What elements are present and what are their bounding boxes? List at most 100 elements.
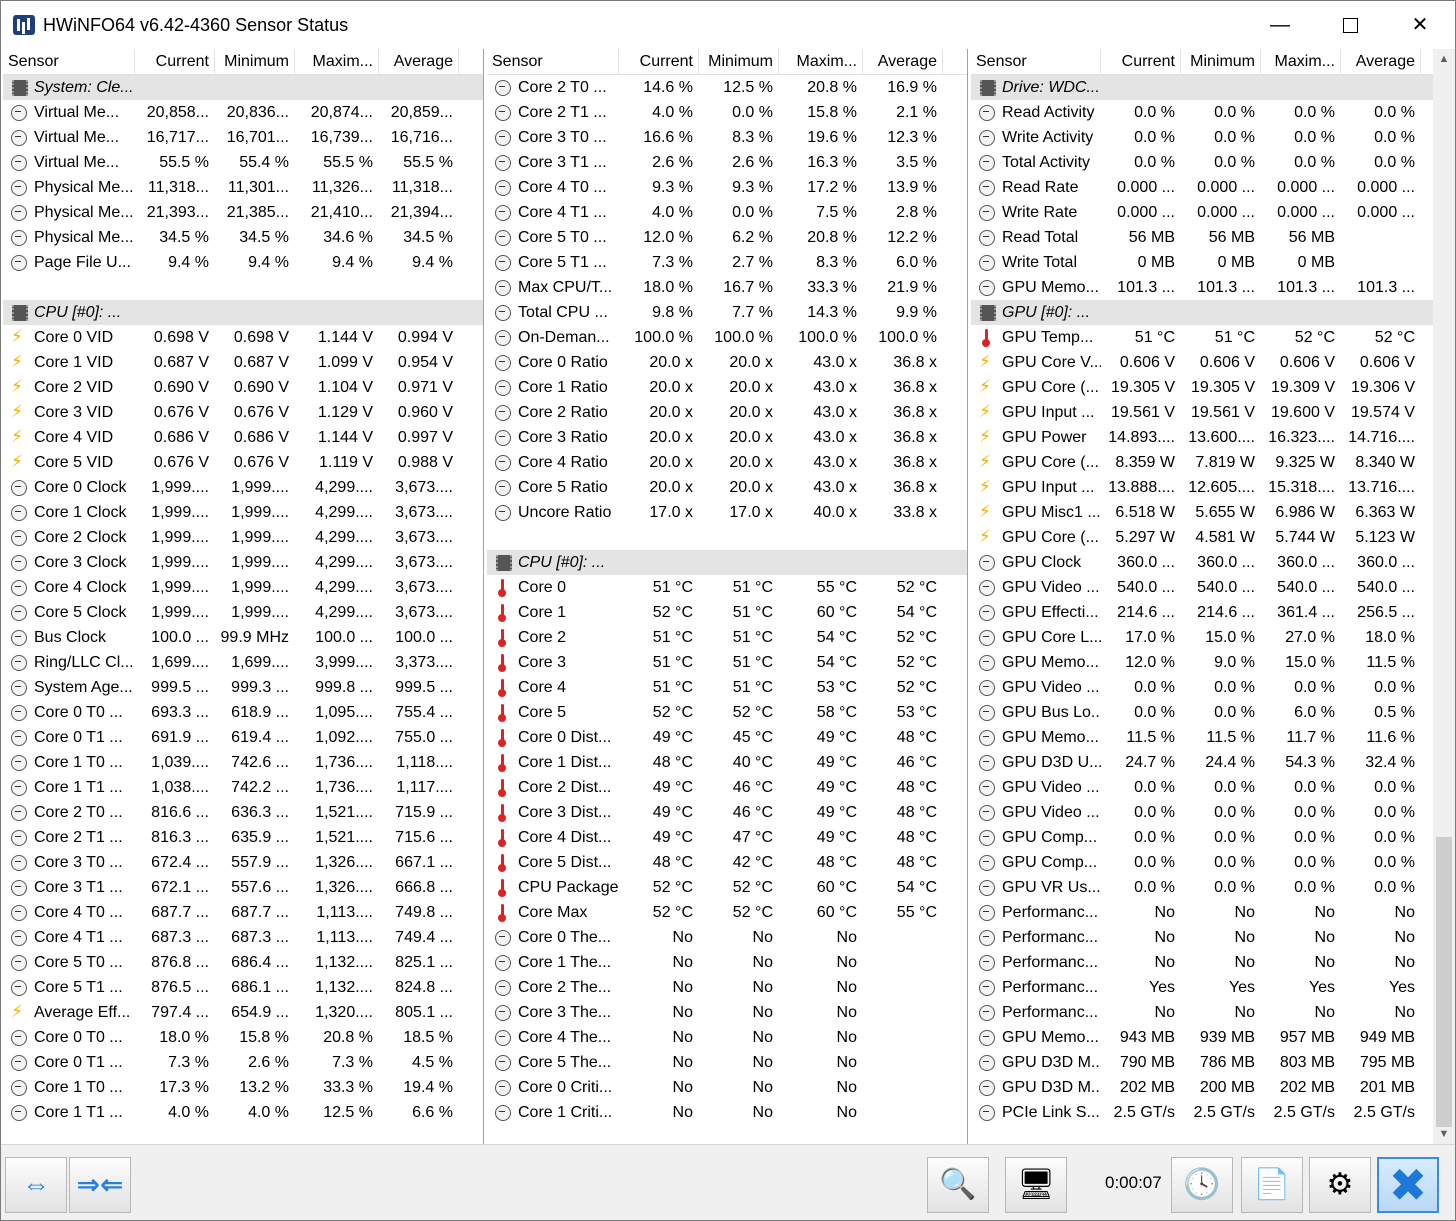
sensor-row[interactable]: Core 4 Dist... 49 °C 47 °C 49 °C 48 °C xyxy=(487,825,967,850)
sensor-row[interactable]: Core 3 Dist... 49 °C 46 °C 49 °C 48 °C xyxy=(487,800,967,825)
column-header-average[interactable]: Average xyxy=(1341,49,1421,74)
sensor-row[interactable]: Physical Me... 11,318... 11,301... 11,326..… xyxy=(3,175,483,200)
sensor-row[interactable]: Uncore Ratio 17.0 x 17.0 x 40.0 x 33.8 x xyxy=(487,500,967,525)
sensor-row[interactable]: Core 2 Clock 1,999.... 1,999.... 4,299.... 3… xyxy=(3,525,483,550)
sensor-row[interactable]: Bus Clock 100.0 ... 99.9 MHz 100.0 ... 100.0… xyxy=(3,625,483,650)
column-header-minimum[interactable]: Minimum xyxy=(1181,49,1261,74)
column-header-maximum[interactable]: Maxim... xyxy=(1261,49,1341,74)
sensor-row[interactable]: Read Rate 0.000 ... 0.000 ... 0.000 ... 0.00… xyxy=(971,175,1433,200)
sensor-row[interactable]: Core 5 The... No No No xyxy=(487,1050,967,1075)
maximize-button[interactable] xyxy=(1315,1,1385,49)
sensor-group-row[interactable]: GPU [#0]: ... xyxy=(971,300,1433,325)
sensor-row[interactable]: Page File U... 9.4 % 9.4 % 9.4 % 9.4 % xyxy=(3,250,483,275)
column-header-current[interactable]: Current xyxy=(619,49,699,74)
sensor-row[interactable]: Core 3 The... No No No xyxy=(487,1000,967,1025)
sensor-row[interactable]: Core 2 51 °C 51 °C 54 °C 52 °C xyxy=(487,625,967,650)
sensor-row[interactable]: Core 4 The... No No No xyxy=(487,1025,967,1050)
sensor-row[interactable]: Core 3 51 °C 51 °C 54 °C 52 °C xyxy=(487,650,967,675)
sensor-row[interactable]: Virtual Me... 55.5 % 55.4 % 55.5 % 55.5 % xyxy=(3,150,483,175)
sensor-row[interactable]: Read Activity 0.0 % 0.0 % 0.0 % 0.0 % xyxy=(971,100,1433,125)
column-header-maximum[interactable]: Maxim... xyxy=(295,49,379,74)
sensor-row[interactable]: Core 0 Ratio 20.0 x 20.0 x 43.0 x 36.8 x xyxy=(487,350,967,375)
sensor-row[interactable]: Core 2 Dist... 49 °C 46 °C 49 °C 48 °C xyxy=(487,775,967,800)
sensor-row[interactable]: GPU Effecti... 214.6 ... 214.6 ... 361.4 ..… xyxy=(971,600,1433,625)
reset-clock-button[interactable]: 🕓 xyxy=(1171,1157,1233,1213)
sensor-row[interactable]: Performanc... Yes Yes Yes Yes xyxy=(971,975,1433,1000)
sensor-row[interactable]: Core 2 T0 ... 816.6 ... 636.3 ... 1,521....… xyxy=(3,800,483,825)
sensor-row[interactable]: Core 3 T0 ... 16.6 % 8.3 % 19.6 % 12.3 % xyxy=(487,125,967,150)
sensor-row[interactable]: GPU Video ... 0.0 % 0.0 % 0.0 % 0.0 % xyxy=(971,675,1433,700)
sensor-row[interactable]: Performanc... No No No No xyxy=(971,900,1433,925)
sensor-row[interactable]: GPU Video ... 540.0 ... 540.0 ... 540.0 ...… xyxy=(971,575,1433,600)
sensor-row[interactable]: Core 4 T0 ... 9.3 % 9.3 % 17.2 % 13.9 % xyxy=(487,175,967,200)
sensor-row[interactable]: Core 4 T1 ... 687.3 ... 687.3 ... 1,113....… xyxy=(3,925,483,950)
sensor-row[interactable]: Core 1 T1 ... 1,038.... 742.2 ... 1,736....… xyxy=(3,775,483,800)
sensor-row[interactable]: CPU Package 52 °C 52 °C 60 °C 54 °C xyxy=(487,875,967,900)
sensor-row[interactable]: GPU Core (... 19.305 V 19.305 V 19.309 V 19.… xyxy=(971,375,1433,400)
close-window-button[interactable]: ✕ xyxy=(1385,1,1455,49)
column-header-sensor[interactable]: Sensor xyxy=(971,49,1101,74)
close-sensors-button[interactable]: ✖ xyxy=(1377,1157,1439,1213)
expand-arrows-button[interactable]: ⇔ xyxy=(5,1157,67,1213)
sensor-row[interactable]: Core 0 T1 ... 7.3 % 2.6 % 7.3 % 4.5 % xyxy=(3,1050,483,1075)
sensor-row[interactable]: Core 2 The... No No No xyxy=(487,975,967,1000)
sensor-row[interactable]: Core 0 VID 0.698 V 0.698 V 1.144 V 0.994 V xyxy=(3,325,483,350)
sensor-row[interactable]: Core 4 T1 ... 4.0 % 0.0 % 7.5 % 2.8 % xyxy=(487,200,967,225)
sensor-row[interactable]: GPU D3D M... 202 MB 200 MB 202 MB 201 MB xyxy=(971,1075,1433,1100)
sensor-row[interactable]: GPU Bus Lo... 0.0 % 0.0 % 6.0 % 0.5 % xyxy=(971,700,1433,725)
sensor-group-row[interactable]: CPU [#0]: ... xyxy=(487,550,967,575)
sensor-row[interactable]: GPU Core (... 8.359 W 7.819 W 9.325 W 8.340 … xyxy=(971,450,1433,475)
sensor-row[interactable]: Total CPU ... 9.8 % 7.7 % 14.3 % 9.9 % xyxy=(487,300,967,325)
sensor-row[interactable]: GPU Temp... 51 °C 51 °C 52 °C 52 °C xyxy=(971,325,1433,350)
sensor-row[interactable]: Write Total 0 MB 0 MB 0 MB xyxy=(971,250,1433,275)
column-header-sensor[interactable]: Sensor xyxy=(3,49,135,74)
sensor-row[interactable]: Core 1 52 °C 51 °C 60 °C 54 °C xyxy=(487,600,967,625)
sensor-row[interactable]: Core 1 Dist... 48 °C 40 °C 49 °C 46 °C xyxy=(487,750,967,775)
sensor-row[interactable]: PCIe Link S... 2.5 GT/s 2.5 GT/s 2.5 GT/s 2.… xyxy=(971,1100,1433,1125)
sensor-row[interactable]: GPU Core L... 17.0 % 15.0 % 27.0 % 18.0 % xyxy=(971,625,1433,650)
sensor-row[interactable]: GPU Memo... 12.0 % 9.0 % 15.0 % 11.5 % xyxy=(971,650,1433,675)
sensor-row[interactable]: Performanc... No No No No xyxy=(971,1000,1433,1025)
sensor-row[interactable]: Core 1 T0 ... 17.3 % 13.2 % 33.3 % 19.4 % xyxy=(3,1075,483,1100)
column-header-minimum[interactable]: Minimum xyxy=(215,49,295,74)
search-button[interactable]: 🔍 xyxy=(927,1157,989,1213)
sensor-row[interactable]: Core 2 T1 ... 816.3 ... 635.9 ... 1,521....… xyxy=(3,825,483,850)
sensor-row[interactable]: Core 2 Ratio 20.0 x 20.0 x 43.0 x 36.8 x xyxy=(487,400,967,425)
sensor-row[interactable]: Core 5 Ratio 20.0 x 20.0 x 43.0 x 36.8 x xyxy=(487,475,967,500)
sensor-row[interactable]: Core 1 VID 0.687 V 0.687 V 1.099 V 0.954 V xyxy=(3,350,483,375)
sensor-row[interactable]: Total Activity 0.0 % 0.0 % 0.0 % 0.0 % xyxy=(971,150,1433,175)
sensor-row[interactable]: GPU Memo... 11.5 % 11.5 % 11.7 % 11.6 % xyxy=(971,725,1433,750)
sensor-row[interactable]: Performanc... No No No No xyxy=(971,950,1433,975)
sensor-row[interactable]: Core 0 T0 ... 693.3 ... 618.9 ... 1,095....… xyxy=(3,700,483,725)
sensor-row[interactable]: GPU VR Us... 0.0 % 0.0 % 0.0 % 0.0 % xyxy=(971,875,1433,900)
sensor-row[interactable]: GPU Input ... 19.561 V 19.561 V 19.600 V 19.… xyxy=(971,400,1433,425)
sensor-row[interactable]: Write Activity 0.0 % 0.0 % 0.0 % 0.0 % xyxy=(971,125,1433,150)
sensor-row[interactable]: Core 4 Ratio 20.0 x 20.0 x 43.0 x 36.8 x xyxy=(487,450,967,475)
sensor-row[interactable]: Core 1 Ratio 20.0 x 20.0 x 43.0 x 36.8 x xyxy=(487,375,967,400)
sensor-row[interactable]: Core 2 VID 0.690 V 0.690 V 1.104 V 0.971 V xyxy=(3,375,483,400)
sensor-row[interactable]: Core 1 Clock 1,999.... 1,999.... 4,299.... 3… xyxy=(3,500,483,525)
sensor-row[interactable]: Core 3 T1 ... 672.1 ... 557.6 ... 1,326....… xyxy=(3,875,483,900)
column-header-current[interactable]: Current xyxy=(135,49,215,74)
add-log-button[interactable]: 📄 xyxy=(1241,1157,1303,1213)
sensor-row[interactable]: Core 4 T0 ... 687.7 ... 687.7 ... 1,113....… xyxy=(3,900,483,925)
settings-button[interactable]: ⚙ xyxy=(1309,1157,1371,1213)
sensor-row[interactable]: Performanc... No No No No xyxy=(971,925,1433,950)
sensor-row[interactable]: Core 0 T0 ... 18.0 % 15.8 % 20.8 % 18.5 % xyxy=(3,1025,483,1050)
sensor-row[interactable]: Core 5 Clock 1,999.... 1,999.... 4,299.... 3… xyxy=(3,600,483,625)
sensor-row[interactable]: GPU Comp... 0.0 % 0.0 % 0.0 % 0.0 % xyxy=(971,825,1433,850)
network-button[interactable]: 🖥 xyxy=(1005,1157,1067,1213)
sensor-row[interactable]: Core 1 The... No No No xyxy=(487,950,967,975)
sensor-row[interactable]: Core 4 VID 0.686 V 0.686 V 1.144 V 0.997 V xyxy=(3,425,483,450)
sensor-group-row[interactable]: Drive: WDC... xyxy=(971,75,1433,100)
sensor-row[interactable]: Core 4 51 °C 51 °C 53 °C 52 °C xyxy=(487,675,967,700)
sensor-row[interactable]: Core 4 Clock 1,999.... 1,999.... 4,299.... 3… xyxy=(3,575,483,600)
sensor-row[interactable]: Core 5 T1 ... 876.5 ... 686.1 ... 1,132....… xyxy=(3,975,483,1000)
column-header-sensor[interactable]: Sensor xyxy=(487,49,619,74)
sensor-row[interactable]: Core 0 Criti... No No No xyxy=(487,1075,967,1100)
scroll-down-arrow-icon[interactable]: ▼ xyxy=(1433,1124,1455,1144)
sensor-row[interactable]: Virtual Me... 20,858... 20,836... 20,874...… xyxy=(3,100,483,125)
sensor-row[interactable]: Core 0 T1 ... 691.9 ... 619.4 ... 1,092....… xyxy=(3,725,483,750)
minimize-button[interactable]: — xyxy=(1245,1,1315,49)
scroll-up-arrow-icon[interactable]: ▲ xyxy=(1433,49,1455,69)
